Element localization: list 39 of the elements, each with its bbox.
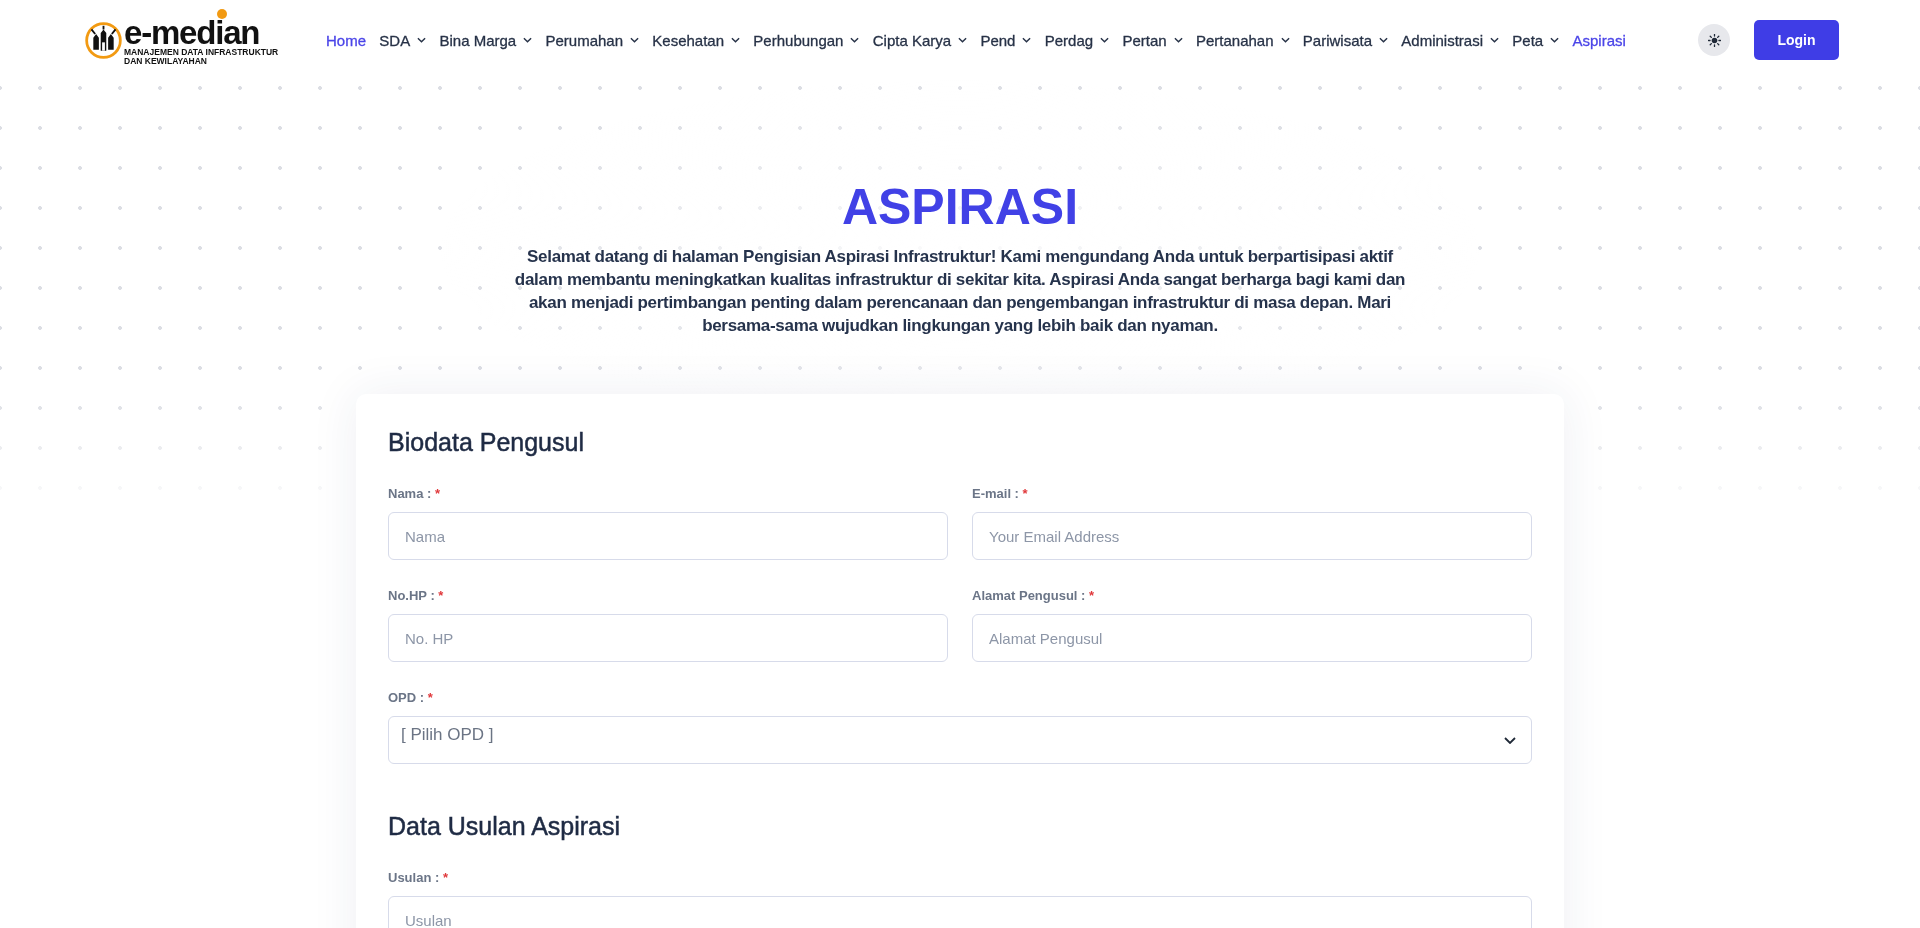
logo-tagline: MANAJEMEN DATA INFRASTRUKTUR DAN KEWILAYAHAN xyxy=(124,47,280,67)
input-field[interactable]: No. HP xyxy=(388,614,948,662)
login-button[interactable]: Login xyxy=(1754,20,1839,60)
page-title: ASPIRASI xyxy=(841,178,1079,236)
dropdown-select[interactable]: [ Pilih OPD ] xyxy=(388,716,1532,764)
field-label: Alamat Pengusul : * xyxy=(972,587,1095,605)
nav-dropdown-link[interactable]: Administrasi xyxy=(1401,31,1499,49)
logo-emblem-icon xyxy=(85,21,122,59)
nav-dropdown-link[interactable]: Pariwisata xyxy=(1302,31,1388,49)
field-label: OPD : * xyxy=(388,689,433,707)
input-field[interactable]: Your Email Address xyxy=(972,512,1532,560)
nav-dropdown-link[interactable]: Perumahan xyxy=(545,31,640,49)
nav-dropdown-link[interactable]: Perdag xyxy=(1044,31,1110,49)
input-field[interactable]: Usulan xyxy=(388,896,1532,928)
section-heading: Data Usulan Aspirasi xyxy=(388,811,622,842)
nav-link[interactable]: Home xyxy=(326,31,366,49)
sun-icon xyxy=(1707,33,1721,47)
section-heading: Biodata Pengusul xyxy=(388,427,585,458)
input-field[interactable]: Nama xyxy=(388,512,948,560)
nav-dropdown-link[interactable]: Cipta Karya xyxy=(872,31,968,49)
nav-dropdown-link[interactable]: SDA xyxy=(379,31,427,49)
nav-dropdown-link[interactable]: Bina Marga xyxy=(439,31,533,49)
field-label: No.HP : * xyxy=(388,587,444,605)
nav-dropdown-link[interactable]: Pertanahan xyxy=(1195,31,1290,49)
logo-wordmark: e-median xyxy=(124,18,260,46)
logo-dot-icon xyxy=(217,8,227,19)
nav-dropdown-link[interactable]: Peta xyxy=(1512,31,1560,49)
field-label: Usulan : * xyxy=(388,869,448,887)
intro-paragraph: Selamat datang di halaman Pengisian Aspirasi Infrastruktur! Kami mengundang Anda untuk berpartisipasi aktif dalam membantu meningkatkan kualitas infrastruktur di sekitar kita. Aspirasi Anda sangat berharga bagi kami dan akan menjadi pertimbangan penting dalam perencanaan dan pengembangan infrastruktur di masa depan. Mari bersama-sama wujudkan lingkungan yang lebih baik dan nyaman. xyxy=(513,246,1407,337)
theme-toggle-button[interactable] xyxy=(1698,24,1730,56)
nav-dropdown-link[interactable]: Pertan xyxy=(1122,31,1183,49)
nav-dropdown-link[interactable]: Pend xyxy=(980,31,1032,49)
nav-link[interactable]: Aspirasi xyxy=(1572,31,1626,49)
field-label: Nama : * xyxy=(388,485,441,503)
input-field[interactable]: Alamat Pengusul xyxy=(972,614,1532,662)
nav-dropdown-link[interactable]: Perhubungan xyxy=(753,31,860,49)
chevron-down-icon xyxy=(1504,737,1516,744)
nav-dropdown-link[interactable]: Kesehatan xyxy=(652,31,741,49)
field-label: E-mail : * xyxy=(972,485,1028,503)
